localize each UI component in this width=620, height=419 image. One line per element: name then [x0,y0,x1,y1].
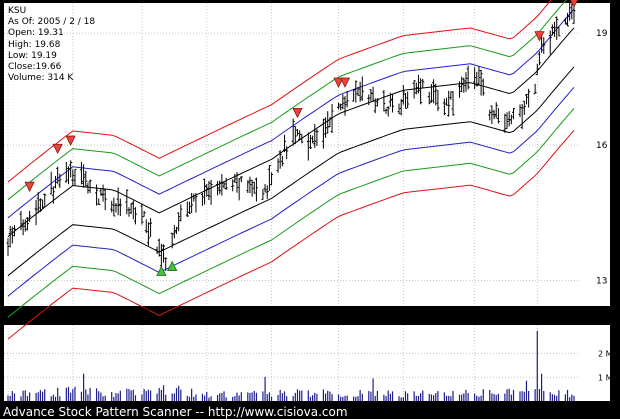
high-label: High: 19.68 [8,39,61,50]
x-tick-label: Nov [331,305,347,314]
volume-panel [4,325,610,401]
x-tick-label: Feb [530,305,544,314]
y-tick-label: 19 [596,29,608,39]
open-label: Open: 19.31 [8,28,64,39]
low-label: Low: 19.19 [8,50,57,61]
x-tick-label: Sep [199,305,214,314]
as-of-label: As Of: 2005 / 2 / 18 [8,17,96,28]
y-tick-label: 16 [596,141,608,151]
footer-credit: Advance Stock Pattern Scanner -- http://… [3,405,348,419]
close-label: Close:19.66 [8,62,62,73]
x-tick-label: Dec [396,305,411,314]
x-tick-label: Jun [1,305,15,314]
x-tick-label: Oct [265,305,279,314]
y-tick-label: 13 [596,276,607,286]
volume-tick-label: 2 M [598,350,613,359]
x-tick-label: Jul [67,305,78,314]
x-tick-label: 2005 [464,305,484,314]
volume-tick-label: 1 M [598,373,613,382]
x-tick-label: Aug [134,305,150,314]
quote-info: KSU As Of: 2005 / 2 / 18 Open: 19.31 Hig… [8,6,95,84]
symbol-label: KSU [8,6,27,16]
volume-label: Volume: 314 K [8,73,74,84]
